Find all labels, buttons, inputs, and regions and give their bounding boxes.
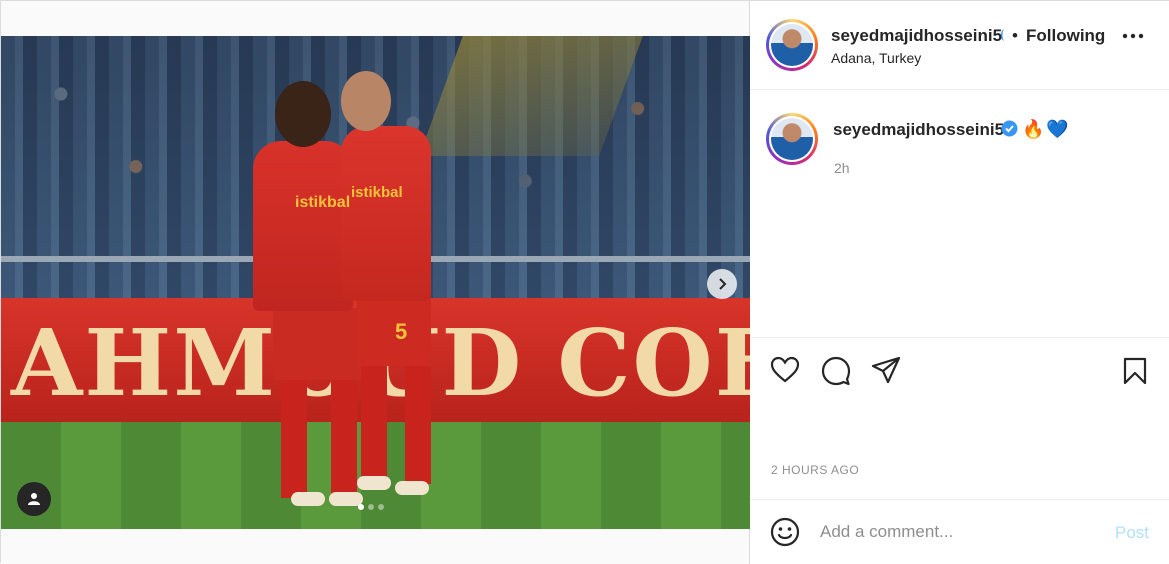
chevron-right-icon	[719, 278, 727, 290]
separator-dot: •	[1012, 26, 1018, 45]
divider	[750, 337, 1169, 338]
smile-icon[interactable]	[770, 517, 800, 547]
following-button[interactable]: Following	[1026, 26, 1105, 46]
verified-icon	[1001, 120, 1018, 137]
verified-icon	[1001, 29, 1004, 41]
heart-icon[interactable]	[770, 356, 800, 384]
caption-text: 🔥💙	[1022, 119, 1071, 140]
avatar-image	[771, 118, 813, 160]
more-icon[interactable]	[1122, 33, 1144, 39]
carousel-dot	[378, 504, 384, 510]
comment-icon[interactable]	[821, 356, 851, 386]
post-header: seyedmajidhosseini5 • Following Adana, T…	[750, 1, 1169, 90]
avatar-image	[771, 24, 813, 66]
bookmark-icon[interactable]	[1123, 357, 1147, 385]
next-image-button[interactable]	[707, 269, 737, 299]
carousel-indicator	[358, 504, 384, 510]
user-tag-button[interactable]	[17, 482, 51, 516]
avatar[interactable]	[766, 19, 818, 71]
post-modal: AHMOUD COFF istikbal istikbal 5	[0, 0, 1169, 564]
carousel-dot	[368, 504, 374, 510]
comment-input[interactable]	[820, 520, 1100, 544]
post-timestamp[interactable]: 2 HOURS AGO	[771, 463, 859, 477]
header-username[interactable]: seyedmajidhosseini5	[831, 26, 1002, 46]
user-tag-icon	[28, 493, 40, 505]
jersey-sponsor: istikbal	[295, 194, 351, 211]
player-one	[253, 141, 353, 311]
caption-username[interactable]: seyedmajidhosseini5	[833, 120, 1004, 140]
jersey-sponsor: istikbal	[351, 184, 403, 201]
carousel-dot	[358, 504, 364, 510]
post-photo[interactable]: AHMOUD COFF istikbal istikbal 5	[1, 36, 750, 529]
jersey-number: 5	[395, 319, 408, 344]
comment-bar: Post	[750, 499, 1169, 564]
post-details: seyedmajidhosseini5 • Following Adana, T…	[750, 1, 1169, 564]
post-media: AHMOUD COFF istikbal istikbal 5	[1, 1, 750, 564]
player-two	[341, 126, 431, 301]
avatar[interactable]	[766, 113, 818, 165]
share-icon[interactable]	[871, 356, 901, 384]
location-link[interactable]: Adana, Turkey	[831, 50, 921, 66]
caption-time[interactable]: 2h	[834, 160, 850, 176]
post-comment-button[interactable]: Post	[1115, 523, 1149, 543]
